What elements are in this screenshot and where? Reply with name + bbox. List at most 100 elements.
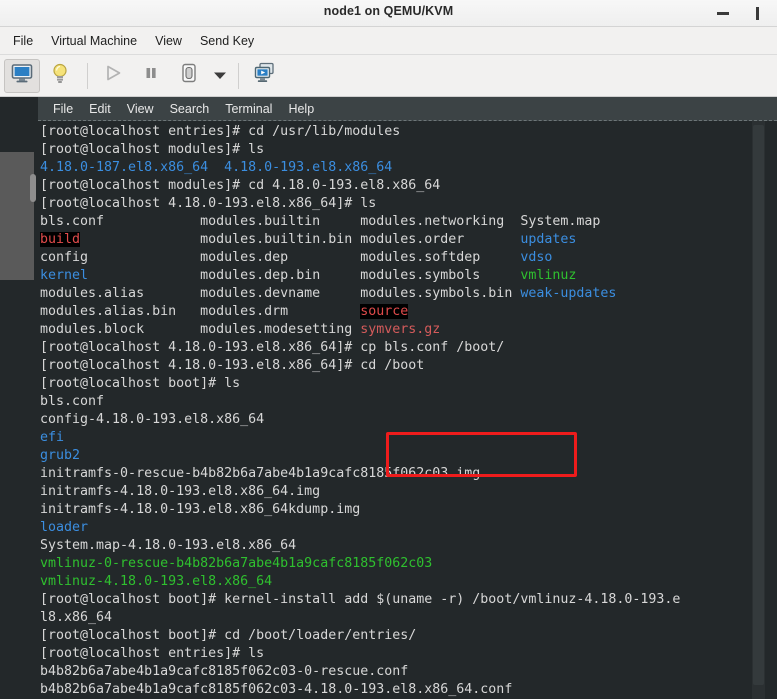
terminal-text: modules.networking <box>360 214 521 229</box>
terminal-line: [root@localhost modules]# cd 4.18.0-193.… <box>38 177 777 195</box>
terminal-text: loader <box>40 520 89 535</box>
guest-scroll-handle[interactable] <box>30 174 36 202</box>
terminal-text: modules.modesetting <box>200 322 361 337</box>
terminal-text: config-4.18.0-193.el8.x86_64 <box>40 412 265 427</box>
terminal-text: System.map-4.18.0-193.el8.x86_64 <box>40 538 297 553</box>
terminal-line: [root@localhost 4.18.0-193.el8.x86_64]# … <box>38 357 777 375</box>
terminal-text: modules.dep <box>200 250 361 265</box>
terminal-text: [root@localhost entries]# ls <box>40 646 265 661</box>
terminal-text: modules.builtin.bin <box>200 232 361 247</box>
terminal-text: build <box>40 232 81 247</box>
terminal-text: b4b82b6a7abe4b1a9cafc8185f062c03-4.18.0-… <box>40 682 513 697</box>
terminal-line: config-4.18.0-193.el8.x86_64 <box>38 411 777 429</box>
terminal-line: [root@localhost 4.18.0-193.el8.x86_64]# … <box>38 339 777 357</box>
terminal-text: 4.18.0-187.el8.x86_64 4.18.0-193.el8.x86… <box>40 160 393 175</box>
terminal-text: grub2 <box>40 448 81 463</box>
terminal-line: initramfs-4.18.0-193.el8.x86_64kdump.img <box>38 501 777 519</box>
terminal-menu-file[interactable]: File <box>45 100 81 118</box>
terminal-menu-search[interactable]: Search <box>162 100 218 118</box>
terminal-output[interactable]: [root@localhost entries]# cd /usr/lib/mo… <box>38 121 777 699</box>
shutdown-options-button[interactable] <box>209 59 231 93</box>
menu-view[interactable]: View <box>146 31 191 51</box>
terminal-line: [root@localhost boot]# ls <box>38 375 777 393</box>
pause-icon <box>141 63 161 88</box>
chevron-down-icon <box>213 67 227 85</box>
terminal-line: [root@localhost modules]# ls <box>38 141 777 159</box>
terminal-text: initramfs-4.18.0-193.el8.x86_64.img <box>40 484 321 499</box>
run-button[interactable] <box>95 59 131 93</box>
terminal-line: kernel modules.dep.bin modules.symbols v… <box>38 267 777 285</box>
terminal-text: [root@localhost 4.18.0-193.el8.x86_64]# … <box>40 358 425 373</box>
terminal-menu-view[interactable]: View <box>119 100 162 118</box>
terminal-text: initramfs-0-rescue-b4b82b6a7abe4b1a9cafc… <box>40 466 481 481</box>
lightbulb-icon <box>50 62 70 89</box>
terminal-text: efi <box>40 430 65 445</box>
toolbar-separator-1 <box>87 62 88 89</box>
terminal-text: modules.builtin <box>200 214 361 229</box>
terminal-text: source <box>360 304 409 319</box>
terminal-line: b4b82b6a7abe4b1a9cafc8185f062c03-4.18.0-… <box>38 681 777 699</box>
pause-button[interactable] <box>133 59 169 93</box>
shutdown-button[interactable] <box>171 59 207 93</box>
menu-file[interactable]: File <box>4 31 42 51</box>
terminal-text: [root@localhost 4.18.0-193.el8.x86_64]# … <box>40 196 377 211</box>
show-details-button[interactable] <box>42 59 78 93</box>
terminal-line: bls.conf modules.builtin modules.network… <box>38 213 777 231</box>
menu-virtual-machine[interactable]: Virtual Machine <box>42 31 146 51</box>
terminal-text: modules.block <box>40 322 201 337</box>
terminal-text: vmlinuz-4.18.0-193.el8.x86_64 <box>40 574 273 589</box>
terminal-line: [root@localhost entries]# ls <box>38 645 777 663</box>
terminal-text: [root@localhost 4.18.0-193.el8.x86_64]# … <box>40 340 505 355</box>
guest-background-panel <box>0 152 34 280</box>
maximize-button[interactable] <box>741 0 777 26</box>
snapshots-icon <box>252 62 276 89</box>
terminal-line: initramfs-0-rescue-b4b82b6a7abe4b1a9cafc… <box>38 465 777 483</box>
terminal-text: [root@localhost modules]# ls <box>40 142 265 157</box>
terminal-menu-help[interactable]: Help <box>280 100 322 118</box>
snapshots-button[interactable] <box>246 59 282 93</box>
terminal-text: vmlinuz-0-rescue-b4b82b6a7abe4b1a9cafc81… <box>40 556 433 571</box>
terminal-scrollbar-thumb[interactable] <box>753 125 764 685</box>
terminal-text: [root@localhost boot]# ls <box>40 376 241 391</box>
terminal-text: kernel <box>40 268 89 283</box>
terminal-text: modules.order <box>360 232 521 247</box>
window-titlebar: node1 on QEMU/KVM <box>0 0 777 27</box>
terminal-text: initramfs-4.18.0-193.el8.x86_64kdump.img <box>40 502 361 517</box>
terminal-text: vdso <box>520 250 553 265</box>
terminal-text: modules.dep.bin <box>200 268 361 283</box>
window-title: node1 on QEMU/KVM <box>323 4 454 18</box>
terminal-text: modules.symbols <box>360 268 521 283</box>
terminal-line: initramfs-4.18.0-193.el8.x86_64.img <box>38 483 777 501</box>
guest-console[interactable]: File Edit View Search Terminal Help [roo… <box>0 97 777 699</box>
terminal-line: System.map-4.18.0-193.el8.x86_64 <box>38 537 777 555</box>
terminal-menubar: File Edit View Search Terminal Help <box>38 97 777 121</box>
toolbar-separator-2 <box>238 62 239 89</box>
terminal-line: b4b82b6a7abe4b1a9cafc8185f062c03-0-rescu… <box>38 663 777 681</box>
terminal-line: config modules.dep modules.softdep vdso <box>38 249 777 267</box>
terminal-line: efi <box>38 429 777 447</box>
terminal-scrollbar[interactable] <box>752 121 765 699</box>
terminal-text: [root@localhost boot]# kernel-install ad… <box>40 592 681 607</box>
terminal-line: [root@localhost entries]# cd /usr/lib/mo… <box>38 123 777 141</box>
app-menubar: File Virtual Machine View Send Key <box>0 27 777 55</box>
terminal-text: modules.alias <box>40 286 201 301</box>
menu-send-key[interactable]: Send Key <box>191 31 263 51</box>
terminal-line: build modules.builtin.bin modules.order … <box>38 231 777 249</box>
terminal-text: [root@localhost modules]# cd 4.18.0-193.… <box>40 178 441 193</box>
terminal-line: 4.18.0-187.el8.x86_64 4.18.0-193.el8.x86… <box>38 159 777 177</box>
monitor-icon <box>11 63 33 88</box>
terminal-line: loader <box>38 519 777 537</box>
terminal-line: [root@localhost 4.18.0-193.el8.x86_64]# … <box>38 195 777 213</box>
terminal-line: modules.alias modules.devname modules.sy… <box>38 285 777 303</box>
virt-manager-window: node1 on QEMU/KVM File Virtual Machine V… <box>0 0 777 699</box>
terminal-text: updates <box>520 232 577 247</box>
terminal-text: vmlinuz <box>520 268 577 283</box>
terminal-menu-terminal[interactable]: Terminal <box>217 100 280 118</box>
terminal-line: [root@localhost boot]# kernel-install ad… <box>38 591 777 609</box>
terminal-text: modules.drm <box>200 304 361 319</box>
minimize-button[interactable] <box>705 0 741 26</box>
show-console-button[interactable] <box>4 58 40 93</box>
terminal-line: modules.alias.bin modules.drm source <box>38 303 777 321</box>
terminal-menu-edit[interactable]: Edit <box>81 100 119 118</box>
